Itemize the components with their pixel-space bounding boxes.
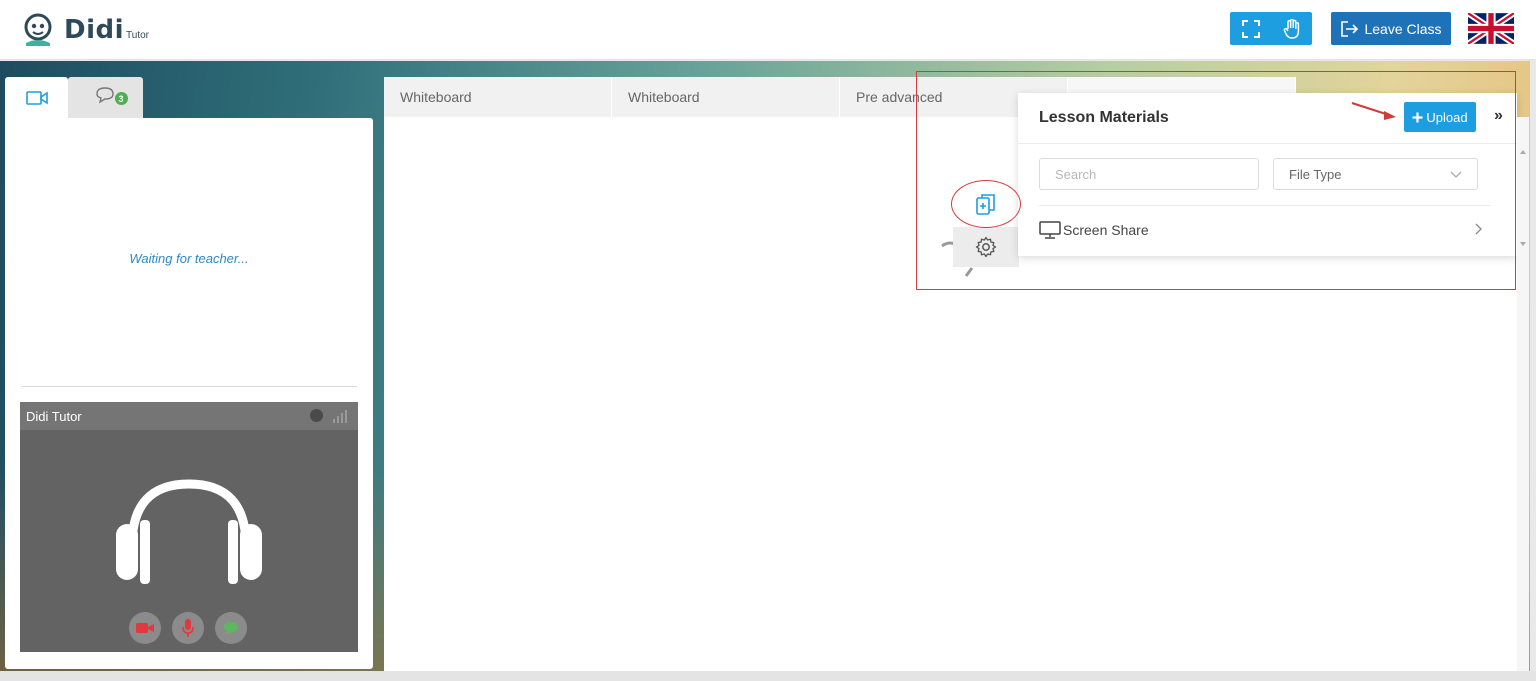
waiting-message: Waiting for teacher... — [129, 251, 249, 266]
video-user-name: Didi Tutor — [26, 408, 82, 424]
camera-toggle-button[interactable] — [129, 612, 161, 644]
tab-whiteboard-2[interactable]: Whiteboard — [612, 77, 840, 117]
raise-hand-button[interactable] — [1271, 12, 1312, 45]
video-camera-icon — [25, 90, 48, 105]
lesson-materials-button[interactable] — [953, 185, 1019, 225]
whiteboard-side-tools — [953, 185, 1019, 267]
file-type-label: File Type — [1289, 166, 1342, 182]
chat-toggle-button[interactable] — [215, 612, 247, 644]
vertical-scrollbar[interactable] — [1517, 117, 1529, 671]
lesson-materials-title: Lesson Materials — [1039, 109, 1169, 126]
language-switcher[interactable] — [1468, 13, 1514, 44]
media-controls — [129, 612, 247, 644]
screen-share-label: Screen Share — [1063, 222, 1149, 238]
student-video-card: Didi Tutor — [20, 402, 358, 652]
fullscreen-button[interactable] — [1230, 12, 1271, 45]
tab-chat[interactable]: 3 — [68, 77, 143, 118]
chevron-right-icon — [1475, 223, 1482, 235]
uk-flag-icon — [1468, 13, 1514, 44]
scroll-up-icon — [1520, 150, 1526, 154]
collapse-panel-button[interactable]: » — [1494, 107, 1503, 125]
chat-icon — [95, 87, 114, 104]
camera-icon — [136, 623, 154, 633]
microphone-toggle-button[interactable] — [172, 612, 204, 644]
chat-tab-content: 3 — [95, 86, 128, 109]
panel-divider — [1018, 143, 1517, 144]
fullscreen-icon — [1241, 19, 1260, 38]
leave-class-label: Leave Class — [1364, 20, 1442, 37]
upload-label: Upload — [1426, 109, 1468, 125]
gear-icon — [975, 236, 997, 258]
chevron-down-icon — [1450, 171, 1462, 178]
monitor-icon — [1039, 221, 1061, 239]
logo-mascot-icon — [22, 13, 54, 47]
right-edge — [1530, 61, 1536, 671]
screen-share-item[interactable]: Screen Share — [1039, 217, 1491, 243]
leave-class-button[interactable]: Leave Class — [1331, 12, 1451, 45]
header-tool-group — [1230, 12, 1312, 45]
panel-divider-2 — [1039, 205, 1491, 206]
didi-tutor-logo: Didi Tutor — [22, 12, 149, 48]
chat-bubble-icon — [224, 622, 238, 635]
logo-text: Didi — [64, 15, 125, 45]
search-input[interactable] — [1039, 158, 1259, 190]
video-card-header: Didi Tutor — [20, 402, 358, 430]
record-indicator-icon — [310, 409, 323, 422]
exit-icon — [1341, 20, 1359, 37]
signal-strength-icon — [333, 410, 347, 423]
lesson-materials-panel: Lesson Materials Upload » File Type Scre… — [1018, 93, 1517, 256]
tab-video[interactable] — [5, 77, 68, 118]
headphones-icon — [116, 479, 262, 584]
file-type-select[interactable]: File Type — [1273, 158, 1478, 190]
plus-icon — [1412, 112, 1423, 122]
chat-count-badge: 3 — [114, 92, 128, 105]
left-panel-tabs: 3 — [5, 77, 143, 118]
microphone-icon — [182, 619, 194, 637]
logo-subtext: Tutor — [126, 29, 149, 41]
left-divider — [22, 386, 357, 387]
settings-button[interactable] — [953, 227, 1019, 267]
add-document-icon — [976, 194, 995, 215]
top-header: Didi Tutor Leave Class — [0, 0, 1536, 60]
hand-raise-icon — [1283, 18, 1299, 39]
scroll-down-icon — [1520, 242, 1526, 246]
upload-button[interactable]: Upload — [1404, 102, 1476, 132]
left-panel: Waiting for teacher... Didi Tutor — [5, 118, 373, 669]
tab-whiteboard-1[interactable]: Whiteboard — [384, 77, 612, 117]
bottom-bar — [0, 671, 1536, 681]
